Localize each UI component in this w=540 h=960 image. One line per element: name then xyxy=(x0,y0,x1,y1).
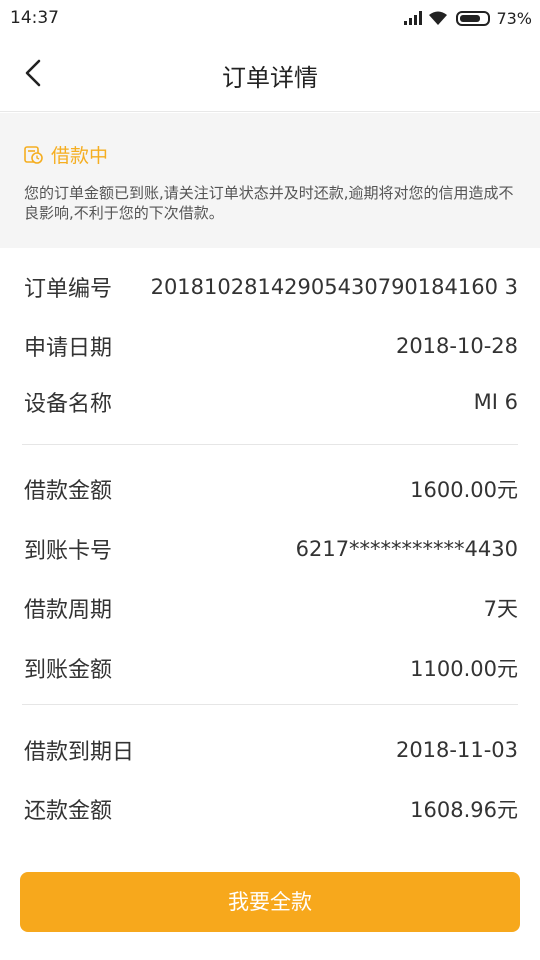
loan-period-row: 借款周期 7天 xyxy=(24,588,518,628)
apply-date-row: 申请日期 2018-10-28 xyxy=(24,326,518,366)
row-label: 到账金额 xyxy=(24,658,113,683)
row-value: 1100.00元 xyxy=(410,657,518,681)
row-label: 设备名称 xyxy=(24,392,113,417)
repay-all-button[interactable]: 我要全款 xyxy=(20,872,520,932)
row-value: 6217***********4430 xyxy=(295,537,518,561)
battery-percentage: 73% xyxy=(496,8,532,28)
due-date-row: 借款到期日 2018-11-03 xyxy=(24,730,518,770)
received-amount-row: 到账金额 1100.00元 xyxy=(24,648,518,688)
row-value: 2018-11-03 xyxy=(395,738,518,762)
row-label: 借款到期日 xyxy=(24,740,135,765)
status-time: 14:37 xyxy=(10,8,59,28)
clock-document-icon xyxy=(24,146,43,164)
nav-bar: 订单详情 xyxy=(0,36,540,112)
wifi-icon xyxy=(429,11,448,25)
battery-icon xyxy=(456,10,491,26)
divider xyxy=(22,704,518,705)
row-label: 还款金额 xyxy=(24,799,113,824)
row-value: 2018-10-28 xyxy=(395,334,518,358)
signal-icon xyxy=(404,11,423,25)
loan-status: 借款中 xyxy=(24,141,108,168)
device-name-row: 设备名称 MI 6 xyxy=(24,382,518,422)
row-value: 1608.96元 xyxy=(410,798,518,822)
repay-amount-row: 还款金额 1608.96元 xyxy=(24,789,518,829)
order-number-row: 订单编号 20181028142905430790184160 3 xyxy=(24,267,518,307)
page-title: 订单详情 xyxy=(222,64,318,92)
status-bar: 14:37 73% xyxy=(0,0,540,36)
status-notice: 借款中 您的订单金额已到账,请关注订单状态并及时还款,逾期将对您的信用造成不良影… xyxy=(0,113,540,248)
divider xyxy=(22,444,518,445)
status-indicators: 73% xyxy=(404,7,532,29)
row-label: 到账卡号 xyxy=(24,539,113,564)
card-number-row: 到账卡号 6217***********4430 xyxy=(24,529,518,569)
row-label: 申请日期 xyxy=(24,336,113,361)
row-label: 订单编号 xyxy=(24,277,113,302)
row-value: MI 6 xyxy=(473,390,518,414)
loan-status-label: 借款中 xyxy=(51,145,109,167)
loan-amount-row: 借款金额 1600.00元 xyxy=(24,469,518,509)
notice-message: 您的订单金额已到账,请关注订单状态并及时还款,逾期将对您的信用造成不良影响,不利… xyxy=(24,184,514,222)
row-value: 7天 xyxy=(483,597,518,621)
row-value: 20181028142905430790184160 3 xyxy=(150,275,518,299)
row-label: 借款金额 xyxy=(24,479,113,504)
row-value: 1600.00元 xyxy=(410,478,518,502)
row-label: 借款周期 xyxy=(24,598,113,623)
